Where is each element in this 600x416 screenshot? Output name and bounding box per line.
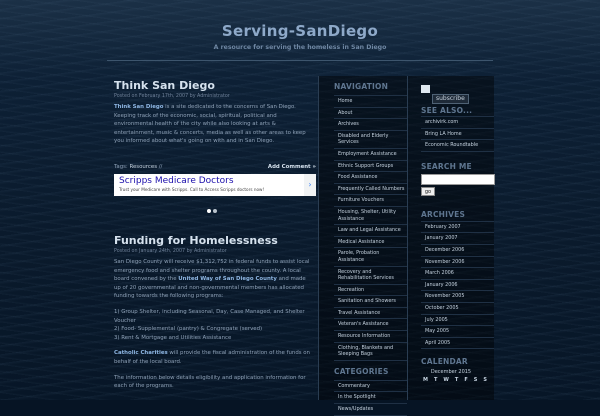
nav-item[interactable]: Archives [334,118,407,130]
ad-arrow-icon[interactable]: › [304,174,316,196]
site-tagline: A resource for serving the homeless in S… [213,44,387,51]
archive-link[interactable]: January 2006 [421,278,494,291]
ad-carousel-dots [207,198,219,217]
carousel-dot[interactable] [213,209,217,213]
see-also-list: archivirk.com Bring LA Home Economic Rou… [421,116,494,152]
archive-link[interactable]: January 2007 [421,232,494,244]
calendar-weekday: W [443,377,449,384]
calendar-weekday: S [473,377,478,384]
tags-label: Tags: [114,164,128,170]
nav-item[interactable]: Recovery and Rehabilitation Services [334,265,407,284]
rss-feed-icon[interactable] [421,85,430,93]
site-header: Serving-SanDiego A resource for serving … [0,0,600,62]
calendar-caption: December 2015 [430,369,472,376]
post-think-san-diego: Think San Diego Posted on February 17th,… [114,79,314,153]
calendar-heading: Calendar [421,357,468,367]
post-body-link[interactable]: Think San Diego [114,104,163,110]
archive-link[interactable]: December 2006 [421,243,494,256]
post-body: San Diego County will receive $1,312,752… [114,258,314,391]
categories-list: Commentary In the Spotlight News/Updates [334,379,407,416]
nav-item[interactable]: Law and Legal Assistance [334,224,407,236]
archive-link[interactable]: February 2007 [421,220,494,233]
calendar-weekday: S [483,377,487,384]
nav-item[interactable]: About [334,106,407,119]
nav-item[interactable]: Furniture Vouchers [334,194,407,206]
subscribe-button[interactable]: subscribe [432,94,469,104]
nav-item[interactable]: Ethnic Support Groups [334,159,407,172]
ad-description: Trust your Medicare with Scripps. Call t… [119,187,265,192]
archives-list: February 2007 January 2007 December 2006… [421,220,494,350]
main-content: Think San Diego Posted on February 17th,… [107,76,317,400]
tags-row: Tags: Resources // Add Comment » [114,164,316,170]
post-title[interactable]: Think San Diego [114,79,314,93]
nav-item[interactable]: Travel Assistance [334,306,407,319]
tags-separator: // [158,164,163,170]
category-item[interactable]: News/Updates [334,403,407,416]
program-item: 2) Food- Supplemental (pantry) & Congreg… [114,326,263,333]
category-item[interactable]: In the Spotlight [334,391,407,403]
united-way-link[interactable]: United Way of San Diego County [178,276,277,282]
navigation-list: Home About Archives Disabled and Elderly… [334,95,407,361]
archive-link[interactable]: October 2005 [421,301,494,314]
category-item[interactable]: Commentary [334,379,407,392]
archive-link[interactable]: November 2006 [421,255,494,268]
nav-item[interactable]: Recreation [334,283,407,296]
nav-item[interactable]: Housing, Shelter, Utility Assistance [334,205,407,224]
ad-title[interactable]: Scripps Medicare Doctors [119,176,234,186]
calendar-weekday-row: M T W T F S S [423,377,494,383]
see-also-heading: See Also... [421,106,473,115]
header-divider [107,60,493,61]
calendar-weekday: T [433,377,438,384]
post-meta: Posted on January 24th, 2007 by Administ… [114,249,227,254]
archive-link[interactable]: March 2006 [421,267,494,279]
navigation-heading: Navigation [334,82,389,91]
catholic-charities-link[interactable]: Catholic Charities [114,350,168,356]
right-sidebar: subscribe See Also... archivirk.com Brin… [407,76,495,400]
calendar-weekday: F [464,377,468,384]
calendar-weekday: T [454,377,459,384]
site-title[interactable]: Serving-SanDiego [0,22,600,40]
nav-item[interactable]: Disabled and Elderly Services [334,129,407,148]
program-item: 1) Group Shelter, including Seasonal, Da… [114,308,305,324]
nav-item[interactable]: Frequently Called Numbers [334,182,407,195]
see-also-link[interactable]: Economic Roundtable [421,139,494,152]
post-title[interactable]: Funding for Homelessness [114,234,314,248]
nav-item[interactable]: Resource Information [334,330,407,342]
post-funding-for-homelessness: Funding for Homelessness Posted on Janua… [114,234,314,398]
carousel-dot-active[interactable] [207,209,211,213]
calendar-weekday: M [423,377,428,384]
archive-link[interactable]: November 2005 [421,290,494,302]
nav-item[interactable]: Employment Assistance [334,147,407,160]
nav-item[interactable]: Sanitation and Showers [334,295,407,307]
search-heading: Search Me [421,161,472,171]
categories-heading: Categories [334,366,389,376]
add-comment-link[interactable]: Add Comment » [268,164,316,170]
tag-link[interactable]: Resources [129,164,157,170]
nav-item[interactable]: Parole, Probation Assistance [334,247,407,265]
post-body: Think San Diego is a site dedicated to t… [114,103,314,146]
program-item: 3) Rent & Mortgage and Utilities Assista… [114,334,232,341]
post-meta: Posted on February 17th, 2007 by Adminis… [114,94,230,99]
archive-link[interactable]: April 2005 [421,336,494,350]
navigation-sidebar: Navigation Home About Archives Disabled … [318,76,407,416]
archive-link[interactable]: May 2005 [421,325,494,337]
nav-item[interactable]: Clothing, Blankets and Sleeping Bags [334,341,407,361]
post-body-text: is a site dedicated to the concerns of S… [114,104,306,145]
see-also-link[interactable]: Bring LA Home [421,127,494,140]
ad-banner[interactable]: Scripps Medicare Doctors Trust your Medi… [114,174,316,196]
nav-item[interactable]: Home [334,95,407,107]
post-paragraph: The information below details eligibilit… [114,374,306,390]
nav-item[interactable]: Food Assistance [334,171,407,183]
search-input[interactable] [421,173,495,185]
search-go-button[interactable]: go [421,186,435,196]
archives-heading: Archives [421,209,466,219]
nav-item[interactable]: Medical Assistance [334,235,407,248]
see-also-link[interactable]: archivirk.com [421,116,494,128]
nav-item[interactable]: Veteran's Assistance [334,318,407,330]
archive-link[interactable]: July 2005 [421,313,494,326]
